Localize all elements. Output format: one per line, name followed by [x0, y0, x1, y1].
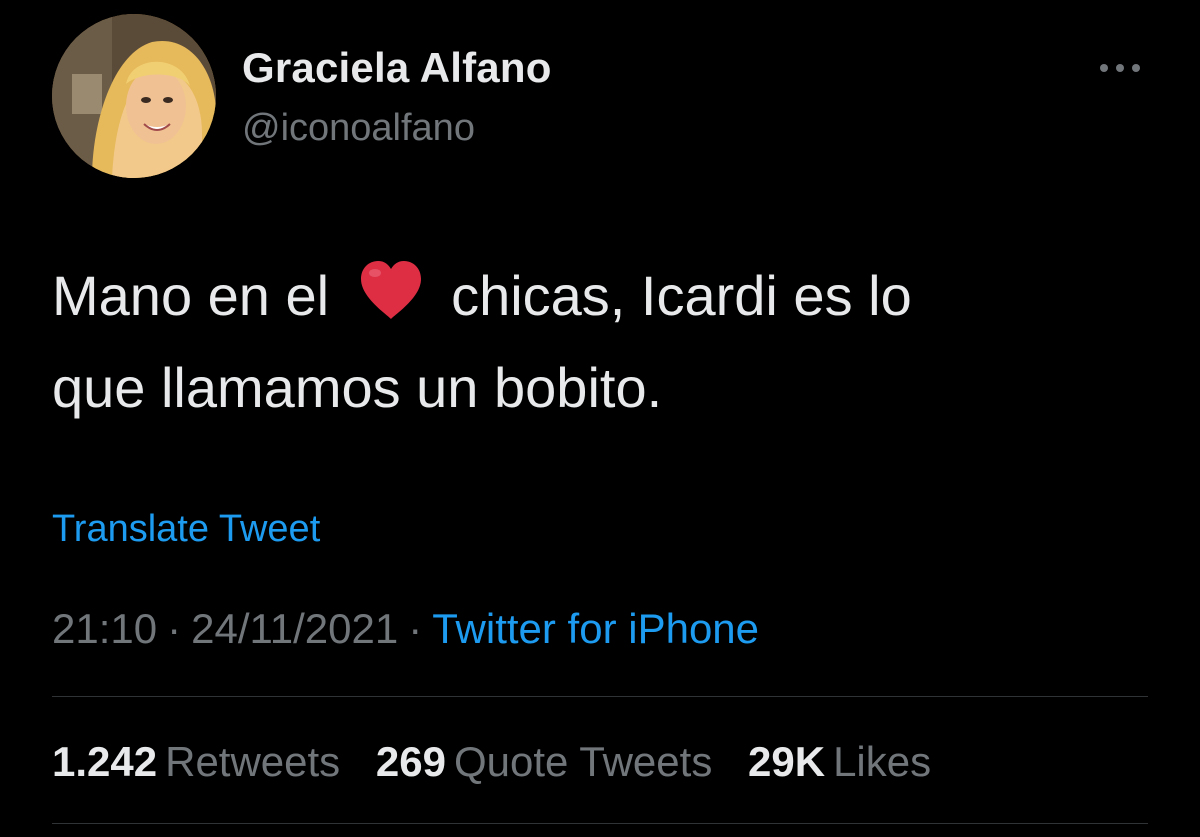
tweet-text: Mano en el chicas, Icardi es lo que llam… [52, 250, 1152, 434]
author-handle[interactable]: @iconoalfano [242, 107, 475, 150]
tweet-text-part1: Mano en el [52, 264, 330, 327]
tweet-date[interactable]: 24/11/2021 [191, 605, 398, 652]
more-horizontal-icon[interactable] [1096, 56, 1144, 80]
tweet-time[interactable]: 21:10 [52, 605, 157, 652]
retweets-stat[interactable]: 1.242 Retweets [52, 738, 340, 785]
meta-separator: · [167, 605, 182, 652]
meta-separator: · [408, 605, 423, 652]
tweet-text-line2: que llamamos un bobito. [52, 356, 663, 419]
retweets-label: Retweets [165, 738, 341, 785]
heart-emoji-icon [361, 261, 422, 319]
translate-tweet-link[interactable]: Translate Tweet [52, 508, 320, 551]
author-name[interactable]: Graciela Alfano [242, 44, 552, 92]
likes-stat[interactable]: 29K Likes [748, 738, 931, 785]
tweet-text-line1: Mano en el chicas, Icardi es lo [52, 250, 1152, 342]
retweets-count: 1.242 [52, 738, 158, 785]
tweet-text-part2: chicas, Icardi es lo [451, 264, 912, 327]
avatar[interactable] [52, 14, 216, 178]
divider [52, 823, 1148, 824]
divider [52, 696, 1148, 697]
quote-tweets-label: Quote Tweets [453, 738, 713, 785]
tweet-meta: 21:10 · 24/11/2021 · Twitter for iPhone [52, 605, 759, 653]
avatar-image [52, 14, 216, 178]
quote-tweets-count: 269 [375, 738, 446, 785]
tweet-stats: 1.242 Retweets 269 Quote Tweets 29K Likes [52, 738, 955, 786]
likes-count: 29K [748, 738, 826, 785]
likes-label: Likes [833, 738, 932, 785]
tweet-source-link[interactable]: Twitter for iPhone [432, 605, 759, 652]
quote-tweets-stat[interactable]: 269 Quote Tweets [376, 738, 712, 785]
tweet-detail: Graciela Alfano @iconoalfano Mano en el … [0, 0, 1200, 837]
